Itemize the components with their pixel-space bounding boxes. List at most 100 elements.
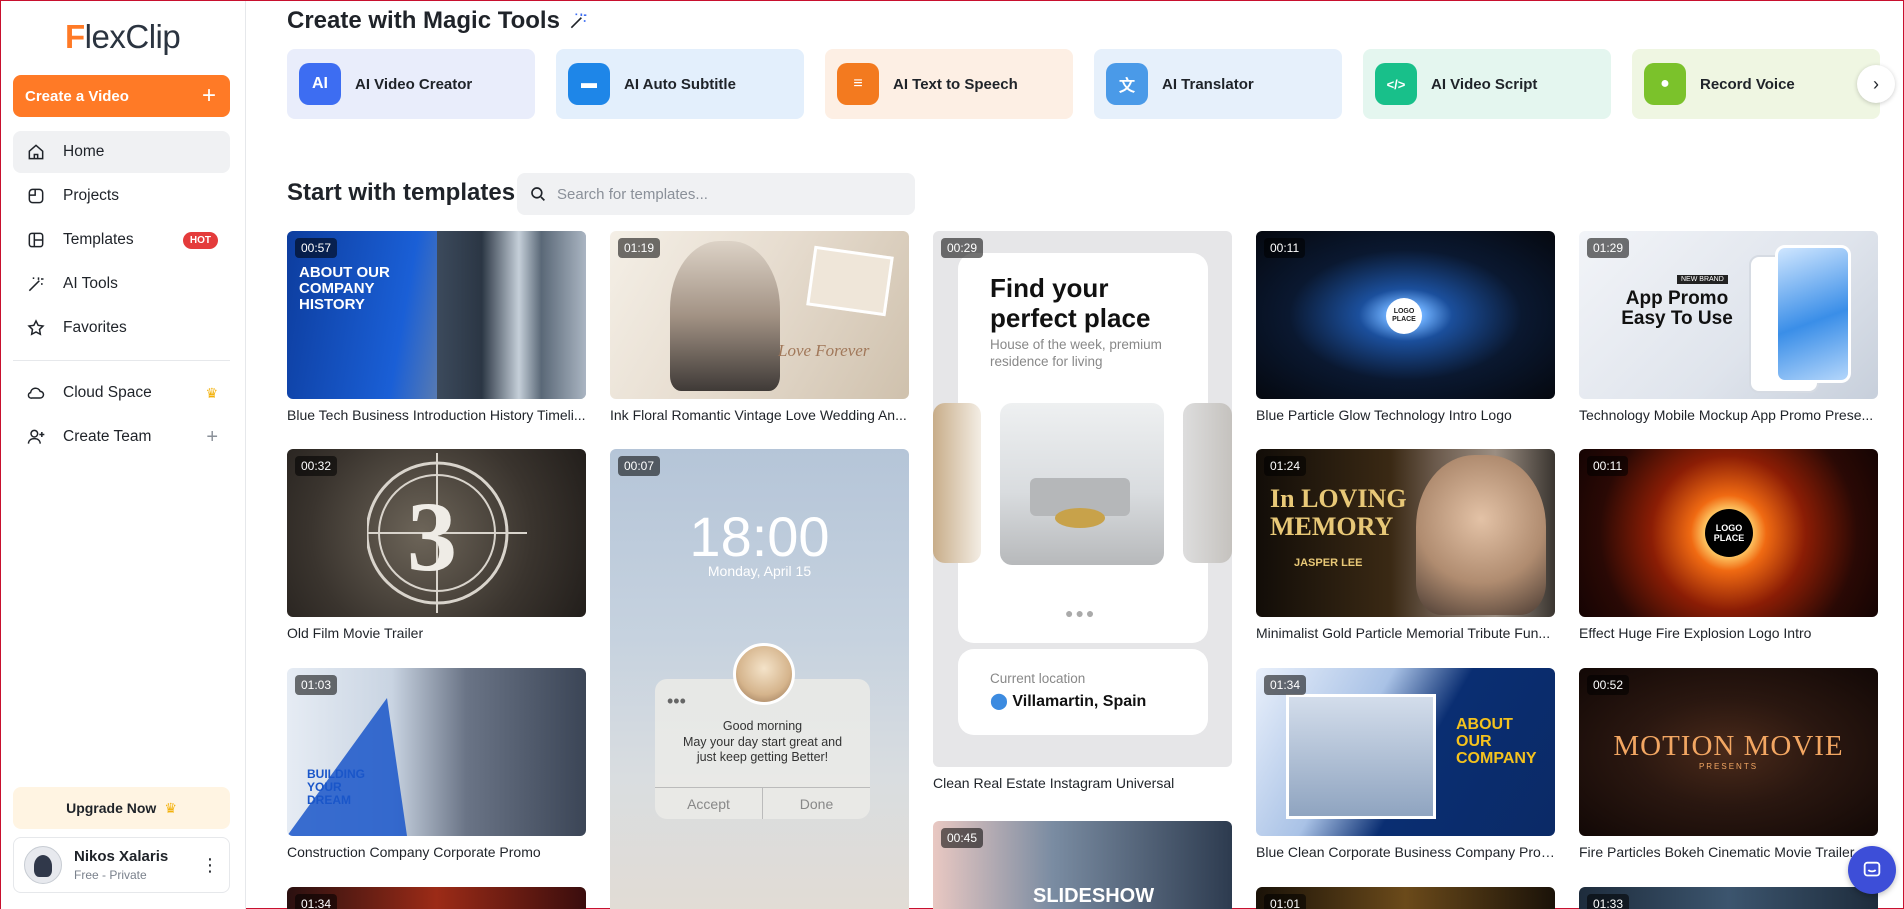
template-card[interactable]: Find your perfect place House of the wee…: [933, 231, 1232, 792]
search-input[interactable]: [557, 185, 887, 203]
upgrade-button[interactable]: Upgrade Now ♛: [13, 787, 230, 829]
star-icon: [25, 317, 47, 339]
tool-ai-video-creator[interactable]: AI AI Video Creator: [287, 49, 535, 119]
template-card[interactable]: 01:33: [1579, 887, 1878, 909]
chat-icon: [1863, 861, 1881, 877]
duration-badge: 01:29: [1587, 238, 1630, 258]
duration-badge: 00:11: [1264, 238, 1306, 258]
template-thumbnail[interactable]: BUILDING YOUR DREAM 01:03: [287, 668, 586, 836]
duration-badge: 01:24: [1264, 456, 1307, 476]
template-thumbnail[interactable]: ABOUT OUR COMPANY HISTORY 00:57: [287, 231, 586, 399]
plus-icon[interactable]: +: [206, 426, 218, 449]
more-options-icon[interactable]: ⋮: [201, 856, 219, 874]
template-card[interactable]: MOTION MOVIE PRESENTS 00:52 Fire Particl…: [1579, 668, 1878, 864]
template-card[interactable]: LOGO PLACE 00:11 Effect Huge Fire Explos…: [1579, 449, 1878, 645]
listing-subtitle: House of the week, premium residence for…: [990, 337, 1162, 369]
tool-ai-translator[interactable]: 文 AI Translator: [1094, 49, 1342, 119]
template-card[interactable]: ABOUT OUR COMPANY HISTORY 00:57 Blue Tec…: [287, 231, 586, 427]
template-thumbnail[interactable]: Love Forever 01:19: [610, 231, 909, 399]
thumbnail-overlay-text: App Promo Easy To Use: [1621, 288, 1733, 329]
chevron-right-icon: ›: [1873, 73, 1879, 94]
duration-badge: 00:11: [1587, 456, 1629, 476]
template-thumbnail[interactable]: 18:00 Monday, April 15 ••• Good morning …: [610, 449, 909, 909]
template-thumbnail[interactable]: 3 00:32: [287, 449, 586, 617]
template-card[interactable]: SLIDESHOW 00:45: [933, 821, 1232, 909]
tool-label: Record Voice: [1700, 75, 1795, 93]
tool-label: AI Auto Subtitle: [624, 75, 736, 93]
template-card[interactable]: 3 00:32 Old Film Movie Trailer: [287, 449, 586, 645]
add-user-icon: [25, 426, 47, 448]
create-video-button[interactable]: Create a Video +: [13, 75, 230, 117]
logo-mark: F: [65, 18, 85, 55]
sidebar-item-create-team[interactable]: Create Team +: [13, 416, 230, 458]
template-thumbnail[interactable]: LOGO PLACE 00:11: [1256, 231, 1555, 399]
countdown-number: 3: [407, 481, 457, 592]
thumbnail-overlay-text: ABOUT OUR COMPANY: [1456, 716, 1537, 767]
template-thumbnail[interactable]: 01:34: [287, 887, 586, 909]
logo-placeholder: LOGO PLACE: [1386, 298, 1422, 334]
duration-badge: 01:33: [1587, 894, 1630, 909]
duration-badge: 01:19: [618, 238, 661, 258]
skyline-shape: [437, 231, 586, 399]
support-chat-button[interactable]: [1848, 846, 1896, 894]
sidebar-item-cloud-space[interactable]: Cloud Space ♛: [13, 372, 230, 414]
sidebar-item-templates[interactable]: Templates HOT: [13, 219, 230, 261]
thumbnail-overlay-text: SLIDESHOW: [1033, 885, 1155, 907]
sidebar-item-projects[interactable]: Projects: [13, 175, 230, 217]
memorial-name: JASPER LEE: [1294, 557, 1363, 569]
template-card[interactable]: 18:00 Monday, April 15 ••• Good morning …: [610, 449, 909, 909]
sidebar: FlexClip Create a Video + Home Projects …: [1, 1, 246, 909]
duration-badge: 00:45: [941, 828, 984, 848]
duration-badge: 00:32: [295, 456, 338, 476]
tools-next-button[interactable]: ›: [1857, 65, 1895, 103]
sidebar-item-home[interactable]: Home: [13, 131, 230, 173]
new-brand-badge: NEW BRAND: [1677, 275, 1728, 284]
template-search[interactable]: [517, 173, 915, 215]
sidebar-item-label: Create Team: [63, 428, 152, 445]
sidebar-item-favorites[interactable]: Favorites: [13, 307, 230, 349]
sidebar-item-label: Projects: [63, 187, 119, 204]
template-thumbnail[interactable]: ABOUT OUR COMPANY 01:34: [1256, 668, 1555, 836]
template-caption: Clean Real Estate Instagram Universal: [933, 775, 1175, 791]
ai-video-creator-icon: AI: [299, 63, 341, 105]
magic-tools-title: Create with Magic Tools: [287, 7, 588, 35]
tool-ai-video-script[interactable]: </> AI Video Script: [1363, 49, 1611, 119]
template-thumbnail[interactable]: LOGO PLACE 00:11: [1579, 449, 1878, 617]
duration-badge: 01:34: [295, 894, 338, 909]
template-thumbnail[interactable]: SLIDESHOW 00:45: [933, 821, 1232, 909]
duration-badge: 01:03: [295, 675, 338, 695]
sidebar-item-ai-tools[interactable]: AI Tools: [13, 263, 230, 305]
template-thumbnail[interactable]: 01:33: [1579, 887, 1878, 909]
duration-badge: 00:29: [941, 238, 984, 258]
flexclip-logo[interactable]: FlexClip: [65, 17, 181, 57]
building-photo: [1286, 694, 1436, 819]
template-thumbnail[interactable]: MOTION MOVIE PRESENTS 00:52: [1579, 668, 1878, 836]
template-caption: Blue Tech Business Introduction History …: [287, 407, 586, 423]
room-photo: [1000, 403, 1164, 565]
template-card[interactable]: LOGO PLACE 00:11 Blue Particle Glow Tech…: [1256, 231, 1555, 427]
template-card[interactable]: BUILDING YOUR DREAM 01:03 Construction C…: [287, 668, 586, 864]
template-card[interactable]: NEW BRAND App Promo Easy To Use 01:29 Te…: [1579, 231, 1878, 427]
template-card[interactable]: 01:34: [287, 887, 586, 909]
tool-ai-auto-subtitle[interactable]: ▬ AI Auto Subtitle: [556, 49, 804, 119]
tool-record-voice[interactable]: ● Record Voice: [1632, 49, 1880, 119]
template-card[interactable]: In LOVING MEMORY JASPER LEE 01:24 Minima…: [1256, 449, 1555, 645]
message-text: May your day start great and just keep g…: [682, 735, 843, 764]
template-card[interactable]: 01:01: [1256, 887, 1555, 909]
thumbnail-overlay-text: BUILDING YOUR DREAM: [307, 767, 365, 807]
template-thumbnail[interactable]: In LOVING MEMORY JASPER LEE 01:24: [1256, 449, 1555, 617]
duration-badge: 01:34: [1264, 675, 1307, 695]
avatar: [24, 846, 62, 884]
microphone-icon: ●: [1644, 63, 1686, 105]
tool-ai-text-to-speech[interactable]: ≡ AI Text to Speech: [825, 49, 1073, 119]
template-card[interactable]: ABOUT OUR COMPANY 01:34 Blue Clean Corpo…: [1256, 668, 1555, 864]
template-thumbnail[interactable]: NEW BRAND App Promo Easy To Use 01:29: [1579, 231, 1878, 399]
user-account[interactable]: Nikos Xalaris Free - Private ⋮: [13, 837, 230, 893]
sidebar-item-label: Home: [63, 143, 105, 160]
search-icon: [531, 187, 545, 201]
template-thumbnail[interactable]: Find your perfect place House of the wee…: [933, 231, 1232, 767]
location-label: Current location: [990, 671, 1086, 686]
template-card[interactable]: Love Forever 01:19 Ink Floral Romantic V…: [610, 231, 909, 427]
tool-label: AI Text to Speech: [893, 75, 1018, 93]
template-thumbnail[interactable]: 01:01: [1256, 887, 1555, 909]
